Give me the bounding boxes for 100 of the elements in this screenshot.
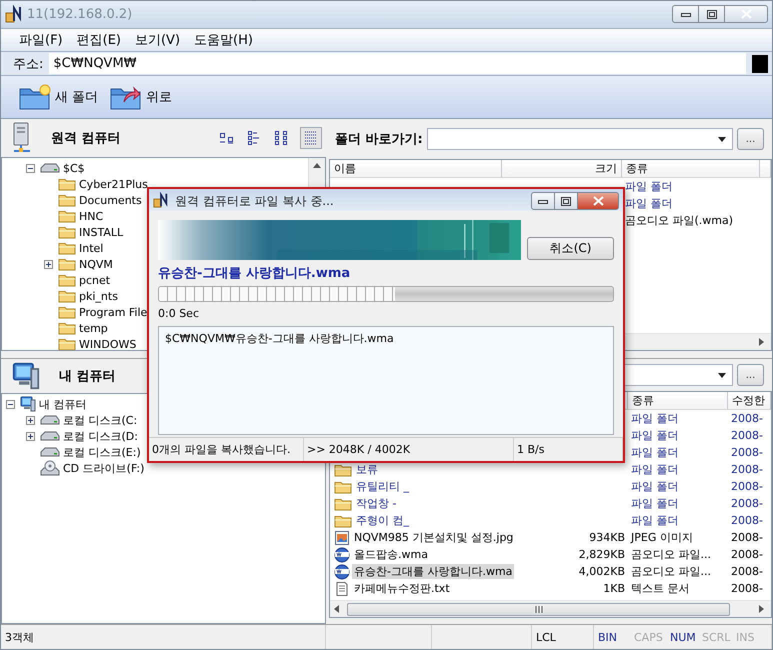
new-folder-button[interactable]: 새 폴더 [17,82,100,112]
table-cell-text: 파일 폴더 [624,179,674,194]
folder-icon [58,257,76,271]
table-cell-text: 2008- [730,429,764,442]
browse-button[interactable]: ... [737,128,764,150]
table-cell-text: 1KB [602,582,626,595]
file-name: 유승찬-그대를 사랑합니다.wma [158,265,352,282]
close-button[interactable] [577,192,619,210]
file-name[interactable]: 작업창 - [354,496,398,511]
plus-icon [27,416,34,424]
maximize-button[interactable] [554,192,578,210]
cancel-button[interactable]: 취소(C) [527,237,614,260]
table-cell-text: 곰오디오 파일(.wma) [624,213,734,228]
table-cell-text: 파일 폴더 [630,496,680,511]
menu-item[interactable]: 도움말(H) [188,31,259,49]
table-cell-text: 파일 폴더 [630,445,680,460]
minimize-button[interactable] [531,192,555,210]
window-title: 11(192.168.0.2) [27,7,132,22]
up-button[interactable]: 위로 [108,82,174,112]
status-text: 3객체 [5,630,34,644]
column-header[interactable]: 이름 [330,160,502,178]
log-line: $C₩NQVM₩유승찬-그대를 사랑합니다.wma [165,331,395,346]
folder-icon [58,241,76,255]
tree-item[interactable]: 로컬 디스크(C: [63,412,138,428]
column-header[interactable]: 크기 [502,160,622,178]
tree-item[interactable]: 로컬 디스크(E:) [63,444,141,460]
folder-icon [334,480,352,494]
file-name[interactable]: 보류 [354,462,380,477]
maximize-button[interactable] [698,5,725,23]
table-cell-text: 곰오디오 파일... [630,547,712,562]
tree-item[interactable]: NQVM [79,258,113,270]
tree-item[interactable]: Program File [79,306,148,318]
expand-toggle[interactable] [26,432,35,440]
tree-item[interactable]: temp [79,322,108,334]
expand-toggle[interactable] [44,260,53,268]
audio-file-icon [334,546,350,562]
column-header[interactable]: 종류 [628,392,728,410]
file-name[interactable]: NQVM985 기본설치및 설정.jpg [352,530,516,545]
folder-icon [334,462,352,476]
drive-icon [40,414,60,426]
close-icon [592,196,604,206]
folder-shortcut-field[interactable] [426,128,733,150]
plus-icon [45,260,52,268]
folder-icon [58,273,76,287]
menu-item[interactable]: 편집(E) [70,31,127,49]
file-name[interactable]: 올드팝송.wma [352,547,430,562]
collapse-toggle[interactable] [26,164,35,172]
table-cell-text: 파일 폴더 [630,462,680,477]
menu-item[interactable]: 파일(F) [13,31,69,49]
go-button[interactable] [752,54,768,72]
tree-item[interactable]: CD 드라이브(F:) [63,460,144,476]
plus-icon [27,432,34,440]
mode-indicator: LCL [536,630,556,644]
column-header[interactable]: 수정한 [728,392,771,410]
table-cell-text: 2008- [730,565,764,578]
close-button[interactable] [724,5,768,23]
table-cell-text: 파일 폴더 [630,428,680,443]
tree-item[interactable]: pki_nts [79,290,118,302]
computer-icon [11,362,41,390]
address-field[interactable]: $C₩NQVM₩ [49,53,746,74]
view-button[interactable] [300,127,322,149]
table-cell-text: 2008- [730,446,764,459]
tree-item[interactable]: pcnet [79,274,110,286]
tree-item[interactable]: $C$ [63,162,85,174]
caret-icon [718,136,726,142]
folder-icon [58,321,76,335]
file-name[interactable]: 유승찬-그대를 사랑합니다.wma [352,564,514,579]
tree-item[interactable]: HNC [79,210,104,222]
file-name[interactable]: 카페메뉴수정판.txt [352,581,452,596]
folder-icon [58,225,76,239]
tree-item[interactable]: 내 컴퓨터 [39,396,86,412]
tree-item[interactable]: Intel [79,242,104,254]
tree-item[interactable]: Documents [79,194,142,206]
table-cell-text: 2008- [730,480,764,493]
file-name[interactable]: 주형이 컴_ [354,513,411,528]
status-text: 0개의 파일을 복사했습니다. [152,442,290,457]
column-header[interactable]: 종류 [622,160,760,178]
browse-button[interactable]: ... [737,364,764,386]
expand-toggle[interactable] [26,416,35,424]
minimize-button[interactable] [672,5,699,23]
caret-icon [718,372,726,378]
table-cell-text: 파일 폴더 [630,513,680,528]
app-icon [5,5,23,23]
table-cell-text: 2008- [730,582,764,595]
horizontal-scrollbar[interactable] [330,600,771,617]
tree-item[interactable]: Cyber21Plus [79,178,148,190]
collapse-toggle[interactable] [6,400,15,408]
key-indicator: INS [736,630,756,644]
table-cell-text: 4,002KB [578,565,626,578]
tree-item[interactable]: INSTALL [79,226,124,238]
tree-item[interactable]: WINDOWS [79,338,136,350]
table-cell-text: 파일 폴더 [630,411,680,426]
tree-item[interactable]: 로컬 디스크(D: [63,428,138,444]
shortcut-label: 폴더 바로가기: [335,131,423,148]
minimize-icon [680,11,690,17]
folder-icon [58,209,76,223]
file-name[interactable]: 유틸리티 _ [354,479,411,494]
new-folder-icon [19,84,51,110]
large-icons-icon [220,132,234,144]
menu-item[interactable]: 보기(V) [128,31,186,49]
